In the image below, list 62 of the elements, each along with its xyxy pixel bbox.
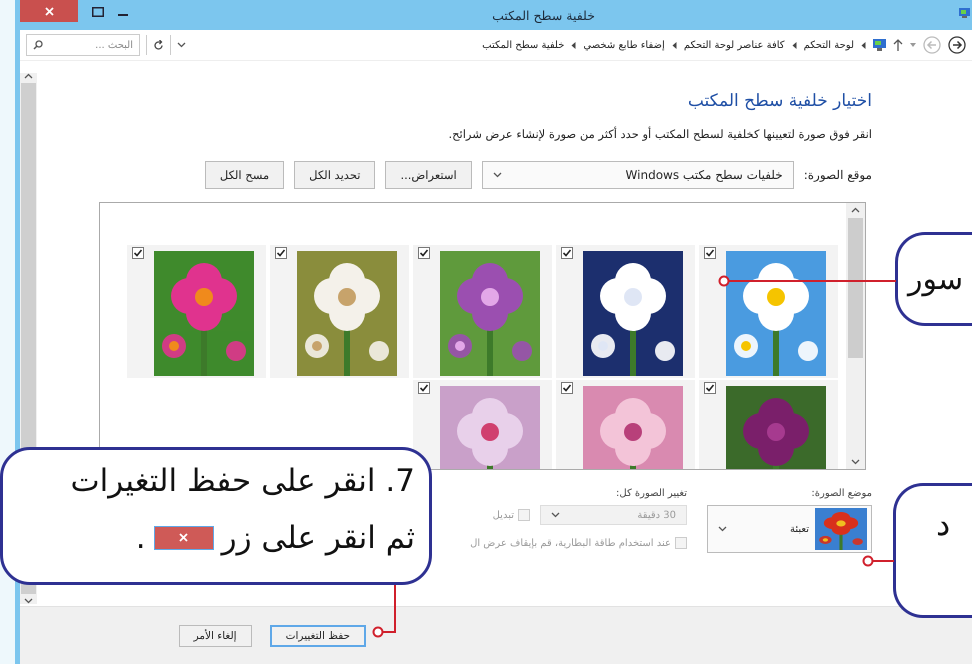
breadcrumb-arrow-icon (792, 42, 797, 48)
callout-text: 7. انقر على حفظ التغيرات (70, 462, 415, 501)
scroll-down-icon (24, 598, 33, 604)
scrollbar[interactable] (846, 203, 865, 469)
breadcrumb-link[interactable]: إضفاء طابع شخصي (583, 40, 665, 50)
wallpaper-thumbnail[interactable] (699, 245, 838, 378)
maximize-icon[interactable] (92, 7, 104, 17)
close-icon (44, 6, 54, 16)
checkbox[interactable] (704, 382, 716, 394)
breadcrumb-arrow-icon (571, 42, 576, 48)
callout-text: ثم انقر على زر (222, 518, 415, 558)
wallpaper-thumbnail[interactable] (556, 245, 695, 378)
checkbox[interactable] (561, 247, 573, 259)
breadcrumb-arrow-icon (672, 42, 677, 48)
breadcrumb-arrow-icon (861, 42, 866, 48)
dropdown-icon[interactable] (910, 43, 916, 47)
scroll-up-icon (851, 207, 860, 213)
checkbox-label: تبديل (492, 510, 514, 520)
chevron-icon (551, 512, 560, 518)
checkbox-label: عند استخدام طاقة البطارية، قم بإيقاف عرض ال (470, 538, 671, 548)
breadcrumb-link[interactable]: لوحة التحكم (804, 40, 854, 50)
position-dropdown[interactable]: تعبئة (707, 505, 872, 553)
checkbox[interactable] (561, 382, 573, 394)
field-label: موقع الصورة: (804, 168, 872, 182)
breadcrumb-link[interactable]: خلفية سطح المكتب (482, 40, 564, 50)
dialog-button[interactable]: حفظ التغييرات (270, 624, 366, 646)
scroll-up-icon (24, 73, 33, 79)
checkbox[interactable] (418, 382, 430, 394)
checkbox[interactable] (704, 247, 716, 259)
toolbar-button[interactable]: استعراض... (385, 161, 472, 189)
close-button[interactable] (20, 0, 78, 22)
dialog-button[interactable]: إلغاء الأمر (178, 624, 252, 646)
checkbox[interactable] (132, 247, 144, 259)
location-dropdown[interactable]: خلفيات سطح مكتب Windows (482, 161, 794, 189)
search-icon (33, 40, 43, 50)
description-text: انقر فوق صورة لتعيينها كخلفية لسطح المكتب أو حدد أكثر من صورة لإنشاء عرض شرائح. (447, 127, 872, 141)
search-field[interactable]: البحث ... (26, 34, 140, 56)
breadcrumb-link[interactable]: كافة عناصر لوحة التحكم (684, 40, 785, 50)
wallpaper-thumbnail[interactable] (270, 245, 409, 378)
close-button-icon (154, 526, 214, 550)
wallpaper-thumbnail[interactable] (413, 245, 552, 378)
refresh-icon[interactable] (153, 40, 164, 50)
forward-icon[interactable] (948, 36, 966, 54)
field-label: موضع الصورة: (810, 488, 872, 499)
toolbar-button[interactable]: مسح الكل (204, 161, 284, 189)
checkbox[interactable] (418, 247, 430, 259)
dropdown-chevron-icon (177, 42, 186, 48)
scroll-down-icon (851, 459, 860, 465)
chevron-icon (718, 526, 727, 532)
page-heading: اختيار خلفية سطح المكتب (686, 91, 872, 111)
checkbox[interactable] (275, 247, 287, 259)
callout-text: . (136, 518, 146, 558)
callout-text: سور (908, 262, 964, 297)
control-panel-icon (873, 39, 886, 51)
app-icon (959, 8, 970, 19)
wallpaper-thumbnail[interactable] (127, 245, 266, 378)
up-arrow-icon[interactable] (893, 39, 903, 51)
toolbar-button[interactable]: تحديد الكل (294, 161, 376, 189)
window-title: خلفية سطح المكتب (491, 7, 596, 23)
chevron-icon (492, 172, 502, 178)
callout-text: د (936, 505, 950, 543)
field-label: تغيير الصورة كل: (615, 488, 687, 499)
